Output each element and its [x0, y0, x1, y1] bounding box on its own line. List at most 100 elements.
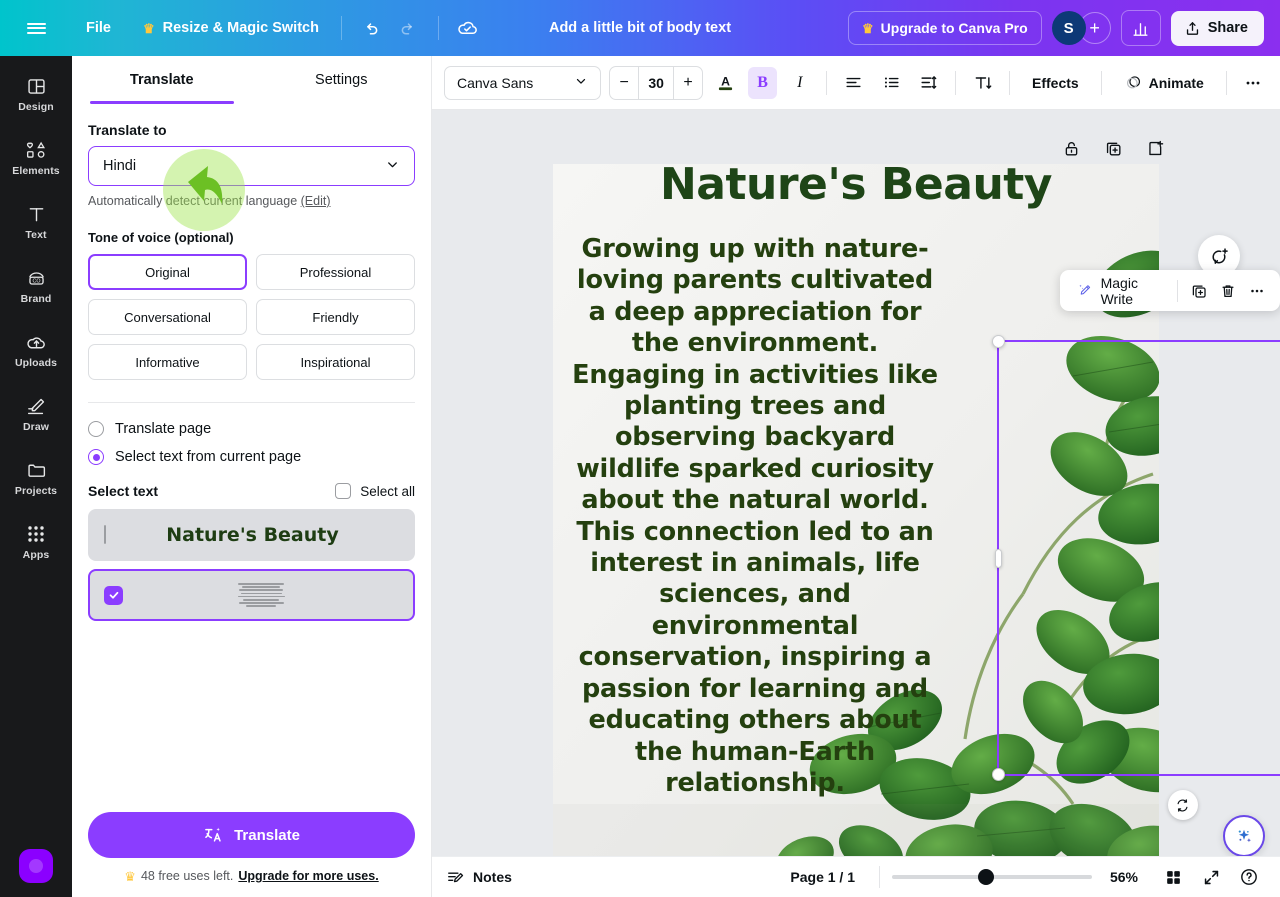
page-indicator[interactable]: Page 1 / 1 — [778, 869, 867, 885]
font-family-select[interactable]: Canva Sans — [444, 65, 602, 100]
bar-chart-icon[interactable] — [1120, 10, 1161, 46]
tone-of-voice-label: Tone of voice (optional) — [88, 230, 234, 245]
sidebar-item-elements[interactable]: Elements — [0, 126, 72, 190]
sidebar-item-uploads[interactable]: Uploads — [0, 318, 72, 382]
bold-button[interactable]: B — [747, 66, 778, 99]
zoom-level[interactable]: 56% — [1096, 869, 1152, 885]
text-selection-box[interactable] — [992, 335, 1280, 820]
animate-icon — [1126, 76, 1140, 89]
tone-option-original[interactable]: Original — [88, 254, 247, 290]
sidebar-item-text[interactable]: Text — [0, 190, 72, 254]
page-body-text[interactable]: Growing up with nature-loving parents cu… — [570, 234, 940, 799]
delete-element-button[interactable] — [1216, 276, 1241, 306]
sidebar-item-projects[interactable]: Projects — [0, 446, 72, 510]
tab-translate[interactable]: Translate — [72, 56, 252, 104]
italic-button[interactable]: I — [785, 67, 814, 99]
resize-handle-left[interactable] — [995, 549, 1002, 568]
cloud-saved-icon[interactable] — [449, 9, 487, 47]
redo-icon[interactable] — [390, 9, 428, 47]
top-bar: File ♛ Resize & Magic Switch Add a littl… — [0, 0, 1280, 56]
check-icon — [109, 591, 118, 599]
tone-option-inspirational[interactable]: Inspirational — [256, 344, 415, 380]
ai-assistant-button[interactable] — [1223, 815, 1265, 857]
list-button[interactable] — [877, 67, 906, 99]
share-button[interactable]: Share — [1170, 10, 1264, 46]
page-heading[interactable]: Nature's Beauty — [553, 164, 1159, 210]
notes-button[interactable]: Notes — [446, 868, 512, 887]
rotate-handle[interactable] — [1167, 790, 1198, 820]
resize-magic-switch-button[interactable]: ♛ Resize & Magic Switch — [131, 13, 331, 43]
tone-option-informative[interactable]: Informative — [88, 344, 247, 380]
document-title[interactable]: Add a little bit of body text — [549, 20, 731, 36]
chevron-down-icon — [385, 157, 400, 176]
zoom-slider-knob[interactable] — [978, 869, 994, 885]
scope-option-select-text[interactable]: Select text from current page — [88, 449, 415, 465]
sidebar-item-label: Projects — [14, 485, 58, 497]
divider — [340, 16, 342, 40]
duplicate-page-button[interactable] — [1096, 132, 1130, 164]
decrease-font-size-button[interactable]: − — [610, 67, 637, 99]
help-button[interactable] — [1232, 861, 1266, 893]
hamburger-icon[interactable] — [16, 8, 56, 48]
add-page-button[interactable] — [1138, 132, 1172, 164]
text-item-title: Nature's Beauty — [166, 524, 339, 546]
upgrade-to-canva-pro-button[interactable]: ♛ Upgrade to Canva Pro — [848, 11, 1042, 45]
language-select[interactable]: Hindi — [88, 146, 415, 186]
text-color-button[interactable]: A — [711, 67, 740, 99]
sidebar-item-draw[interactable]: Draw — [0, 382, 72, 446]
undo-icon[interactable] — [352, 9, 390, 47]
translate-button[interactable]: Translate — [88, 812, 415, 858]
text-item-checkbox-checked[interactable] — [104, 585, 123, 605]
resize-handle-top-left[interactable] — [992, 335, 1005, 348]
increase-font-size-button[interactable]: + — [674, 67, 701, 99]
crown-icon: ♛ — [124, 868, 136, 884]
status-bar: Notes Page 1 / 1 56% — [432, 856, 1280, 897]
font-family-value: Canva Sans — [457, 74, 534, 91]
divider — [954, 70, 956, 95]
avatar[interactable]: S — [1051, 11, 1086, 45]
purple-app-icon[interactable] — [19, 849, 53, 883]
select-all-toggle[interactable]: Select all — [335, 483, 415, 499]
lock-open-icon — [1065, 141, 1077, 156]
layout-icon — [26, 75, 47, 97]
edit-language-link[interactable]: (Edit) — [301, 194, 331, 208]
element-more-button[interactable] — [1245, 276, 1270, 306]
tone-option-friendly[interactable]: Friendly — [256, 299, 415, 335]
more-options-button[interactable] — [1239, 67, 1268, 99]
upgrade-link[interactable]: Upgrade for more uses. — [238, 869, 378, 883]
font-size-input[interactable]: 30 — [637, 66, 675, 99]
font-size-stepper: − 30 + — [609, 65, 703, 100]
text-direction-button[interactable] — [968, 67, 997, 99]
sidebar-item-brand[interactable]: CO Brand — [0, 254, 72, 318]
help-circle-icon — [1241, 869, 1257, 885]
notes-label: Notes — [473, 869, 512, 885]
left-rail: Design Elements Text CO Brand Uploads Dr… — [0, 56, 72, 897]
zoom-slider[interactable] — [892, 869, 1092, 885]
grid-dots-icon — [26, 523, 46, 545]
magic-write-button[interactable]: Magic Write — [1070, 270, 1168, 312]
rotate-icon — [1177, 798, 1188, 812]
sidebar-item-design[interactable]: Design — [0, 62, 72, 126]
tone-option-conversational[interactable]: Conversational — [88, 299, 247, 335]
animate-button[interactable]: Animate — [1114, 66, 1214, 99]
resize-handle-bottom-left[interactable] — [992, 768, 1005, 781]
sidebar-item-apps[interactable]: Apps — [0, 510, 72, 574]
line-spacing-button[interactable] — [914, 67, 943, 99]
fullscreen-button[interactable] — [1194, 861, 1228, 893]
scope-option-translate-page[interactable]: Translate page — [88, 421, 415, 437]
duplicate-element-button[interactable] — [1187, 276, 1212, 306]
effects-button[interactable]: Effects — [1022, 68, 1089, 98]
tab-settings[interactable]: Settings — [252, 56, 432, 104]
page-tools — [1054, 132, 1172, 164]
tone-option-professional[interactable]: Professional — [256, 254, 415, 290]
canvas-stage: Nature's Beauty Growing up with nature-l… — [432, 110, 1280, 897]
lock-page-button[interactable] — [1054, 132, 1088, 164]
select-all-checkbox[interactable] — [335, 483, 352, 499]
scope-label: Select text from current page — [115, 449, 302, 465]
align-button[interactable] — [839, 67, 868, 99]
text-item-heading[interactable]: Nature's Beauty — [88, 509, 415, 561]
file-menu-button[interactable]: File — [74, 13, 123, 43]
radio-button — [88, 421, 104, 437]
text-item-paragraph[interactable] — [88, 569, 415, 621]
grid-view-button[interactable] — [1156, 861, 1190, 893]
